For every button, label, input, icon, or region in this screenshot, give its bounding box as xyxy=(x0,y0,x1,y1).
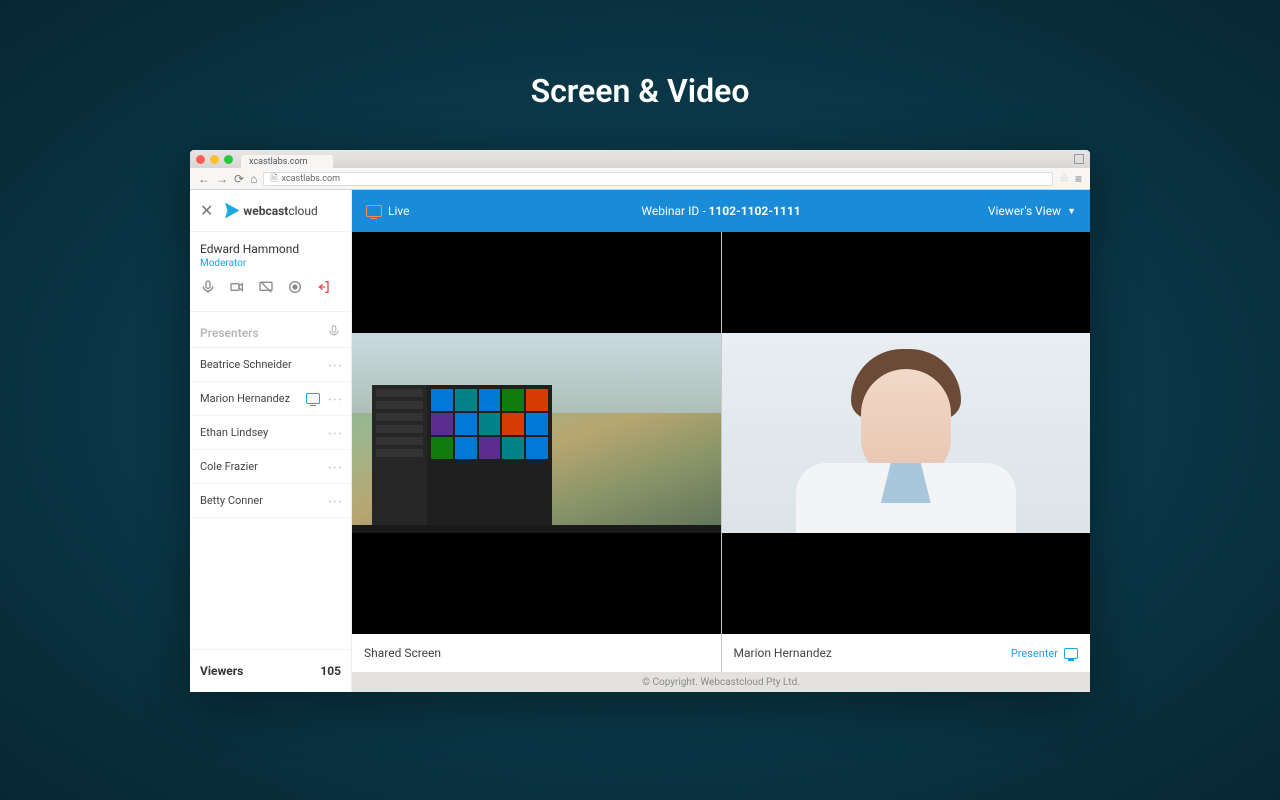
more-icon[interactable]: ⋮ xyxy=(327,460,343,473)
presenter-pane: Marion Hernandez Presenter xyxy=(721,232,1091,672)
pane-caption: Shared Screen xyxy=(352,634,721,672)
more-icon[interactable]: ⋮ xyxy=(327,392,343,405)
user-role: Moderator xyxy=(200,258,341,269)
menu-icon[interactable]: ≡ xyxy=(1075,172,1082,186)
mic-icon[interactable] xyxy=(200,279,216,299)
maximize-icon[interactable] xyxy=(1074,154,1084,164)
topbar: Live Webinar ID - 1102-1102-1111 Viewer'… xyxy=(352,190,1090,232)
more-icon[interactable]: ⋮ xyxy=(327,494,343,507)
mic-icon[interactable] xyxy=(327,324,341,341)
viewers-label: Viewers xyxy=(200,664,243,678)
sidebar-header: ✕ webcastcloud xyxy=(190,190,351,232)
more-icon[interactable]: ⋮ xyxy=(327,358,343,371)
pane-caption: Marion Hernandez Presenter xyxy=(722,634,1091,672)
browser-tabbar: xcastlabs.com xyxy=(190,150,1090,168)
main-area: Live Webinar ID - 1102-1102-1111 Viewer'… xyxy=(352,190,1090,692)
caption-text: Marion Hernandez xyxy=(734,646,832,660)
view-label: Viewer's View xyxy=(988,204,1061,218)
viewers-row[interactable]: Viewers 105 xyxy=(190,649,351,692)
presenter-item[interactable]: Cole Frazier ⋮ xyxy=(190,450,351,484)
presenter-name: Marion Hernandez xyxy=(200,392,290,405)
logo-mark-icon xyxy=(223,203,239,219)
presenter-name: Cole Frazier xyxy=(200,460,258,473)
footer: © Copyright. Webcastcloud Pty Ltd. xyxy=(352,672,1090,692)
screenshare-off-icon[interactable] xyxy=(258,279,274,299)
browser-window: xcastlabs.com ← → ⟳ ⌂ 🗎xcastlabs.com ☆ ≡… xyxy=(190,150,1090,692)
webinar-id: Webinar ID - 1102-1102-1111 xyxy=(641,204,800,218)
logo[interactable]: webcastcloud xyxy=(223,203,317,219)
presenter-thumb xyxy=(722,232,1091,634)
app-root: ✕ webcastcloud Edward Hammond Moderator xyxy=(190,190,1090,692)
browser-toolbar: ← → ⟳ ⌂ 🗎xcastlabs.com ☆ ≡ xyxy=(190,168,1090,190)
user-name: Edward Hammond xyxy=(200,242,341,256)
caption-text: Shared Screen xyxy=(364,646,441,660)
live-indicator: Live xyxy=(366,204,409,218)
screen-icon xyxy=(306,393,320,404)
live-label: Live xyxy=(388,204,409,218)
home-icon[interactable]: ⌂ xyxy=(250,172,257,186)
viewers-count: 105 xyxy=(320,664,341,678)
view-selector[interactable]: Viewer's View ▼ xyxy=(988,204,1076,218)
more-icon[interactable]: ⋮ xyxy=(327,426,343,439)
address-bar[interactable]: 🗎xcastlabs.com xyxy=(263,172,1053,186)
record-icon[interactable] xyxy=(287,279,303,299)
presenters-list: Beatrice Schneider ⋮ Marion Hernandez ⋮ … xyxy=(190,348,351,518)
monitor-icon xyxy=(366,205,382,217)
window-controls[interactable] xyxy=(196,155,233,164)
bookmark-icon[interactable]: ☆ xyxy=(1059,172,1069,185)
browser-tab[interactable]: xcastlabs.com xyxy=(241,155,333,170)
shared-screen-thumb xyxy=(352,232,721,634)
sidebar: ✕ webcastcloud Edward Hammond Moderator xyxy=(190,190,352,692)
current-user: Edward Hammond Moderator xyxy=(190,232,351,312)
back-icon[interactable]: ← xyxy=(198,172,210,186)
presenters-label: Presenters xyxy=(200,326,259,340)
presenter-name: Betty Conner xyxy=(200,494,263,507)
page-heading: Screen & Video xyxy=(0,0,1280,150)
close-icon[interactable]: ✕ xyxy=(200,201,213,220)
presenter-badge: Presenter xyxy=(1011,647,1078,660)
user-controls xyxy=(200,279,341,299)
presenter-item[interactable]: Marion Hernandez ⋮ xyxy=(190,382,351,416)
presenter-item[interactable]: Betty Conner ⋮ xyxy=(190,484,351,518)
tab-title: xcastlabs.com xyxy=(249,157,307,167)
presenter-item[interactable]: Ethan Lindsey ⋮ xyxy=(190,416,351,450)
leave-icon[interactable] xyxy=(316,279,332,299)
camera-icon[interactable] xyxy=(229,279,245,299)
presenter-name: Beatrice Schneider xyxy=(200,358,292,371)
logo-text: webcastcloud xyxy=(243,204,317,218)
forward-icon[interactable]: → xyxy=(216,172,228,186)
presenter-item[interactable]: Beatrice Schneider ⋮ xyxy=(190,348,351,382)
chevron-down-icon: ▼ xyxy=(1067,206,1076,217)
reload-icon[interactable]: ⟳ xyxy=(234,172,244,186)
screen-icon xyxy=(1064,648,1078,659)
shared-screen-pane: Shared Screen xyxy=(352,232,721,672)
presenters-header: Presenters xyxy=(190,312,351,348)
url-text: xcastlabs.com xyxy=(282,174,340,184)
presenter-name: Ethan Lindsey xyxy=(200,426,268,439)
video-stage: Shared Screen Marion Hernandez Presenter xyxy=(352,232,1090,672)
